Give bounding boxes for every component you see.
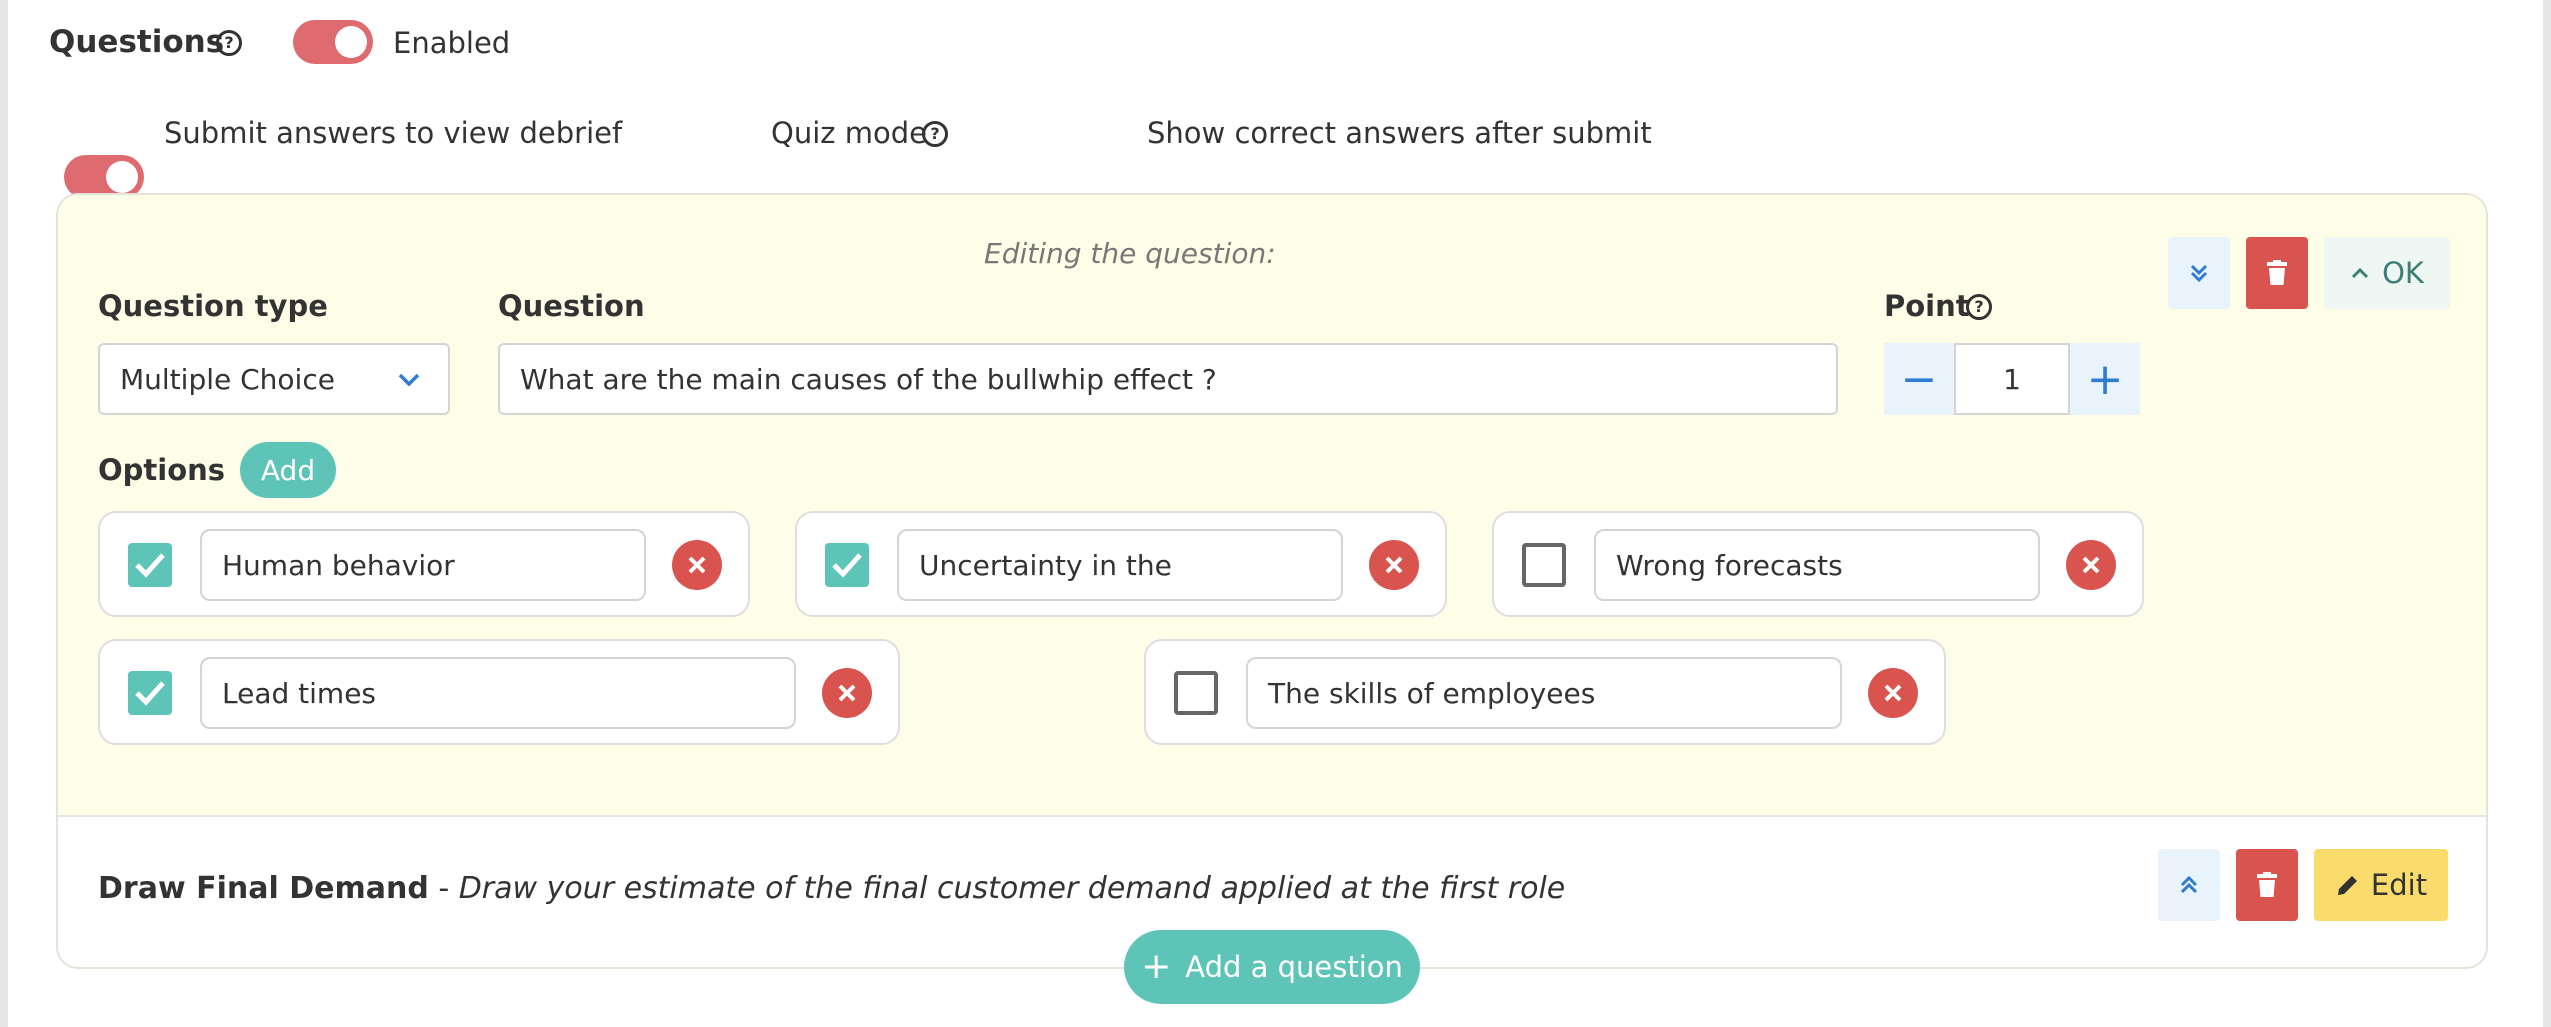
quiz-mode-label: Quiz mode [771, 116, 927, 150]
chevron-down-icon [398, 373, 420, 387]
chevron-double-down-icon [2190, 264, 2208, 283]
option-text-input[interactable]: The skills of employees [1246, 657, 1842, 729]
option-text: Human behavior [222, 548, 455, 582]
expand-button[interactable] [2158, 849, 2220, 921]
question-type-value: Multiple Choice [120, 362, 335, 396]
option-text-input[interactable]: Lead times [200, 657, 796, 729]
close-icon [1884, 684, 1902, 702]
check-icon [135, 681, 165, 706]
add-option-label: Add [260, 453, 316, 487]
option-checkbox[interactable] [825, 543, 869, 587]
delete-question-button[interactable] [2246, 237, 2308, 309]
section-title: Questions [49, 24, 225, 60]
close-icon [838, 684, 856, 702]
option-item: Wrong forecasts [1492, 511, 2144, 617]
remove-option-button[interactable] [1369, 540, 1419, 590]
point-input[interactable]: 1 [1954, 343, 2070, 415]
edit-button[interactable]: Edit [2314, 849, 2448, 921]
option-item: Lead times [98, 639, 900, 745]
point-value: 1 [2003, 362, 2021, 396]
help-icon[interactable]: ? [216, 30, 242, 56]
option-checkbox[interactable] [128, 671, 172, 715]
option-text-input[interactable]: Wrong forecasts [1594, 529, 2040, 601]
option-checkbox[interactable] [1174, 671, 1218, 715]
option-text: The skills of employees [1268, 676, 1596, 710]
close-icon [688, 556, 706, 574]
question-list-card: Editing the question: OK Question type Q… [56, 193, 2488, 969]
question-title: Draw Final Demand [98, 871, 429, 906]
add-question-label: Add a question [1185, 950, 1403, 984]
close-icon [2082, 556, 2100, 574]
option-item: Uncertainty in the [795, 511, 1447, 617]
edit-label: Edit [2370, 868, 2428, 902]
quiz-mode-help-icon[interactable]: ? [922, 121, 948, 147]
options-label: Options [98, 453, 226, 487]
option-text: Uncertainty in the [919, 548, 1172, 582]
question-input[interactable]: What are the main causes of the bullwhip… [498, 343, 1838, 415]
plus-icon: + [1141, 946, 1172, 987]
submit-answers-label: Submit answers to view debrief [164, 116, 623, 150]
option-text: Lead times [222, 676, 377, 710]
title-separator: - [428, 871, 459, 906]
check-icon [135, 553, 165, 578]
question-value: What are the main causes of the bullwhip… [520, 362, 1217, 396]
enabled-label: Enabled [393, 26, 511, 60]
left-border [0, 0, 8, 1027]
collapse-button[interactable] [2168, 237, 2230, 309]
chevron-double-up-icon [2180, 875, 2198, 894]
question-type-label: Question type [98, 289, 328, 323]
question-editor: Editing the question: OK Question type Q… [58, 195, 2486, 817]
point-help-icon[interactable]: ? [1966, 294, 1992, 320]
add-option-button[interactable]: Add [240, 442, 336, 498]
option-checkbox[interactable] [128, 543, 172, 587]
plus-icon: + [2086, 353, 2124, 405]
option-text-input[interactable]: Human behavior [200, 529, 646, 601]
trash-icon [2257, 872, 2277, 897]
option-item: The skills of employees [1144, 639, 1946, 745]
question-row-draw-final-demand: Draw Final Demand - Draw your estimate o… [98, 871, 1565, 906]
question-label: Question [498, 289, 645, 323]
check-icon [832, 553, 862, 578]
delete-question-button[interactable] [2236, 849, 2298, 921]
ok-button[interactable]: OK [2324, 237, 2450, 309]
remove-option-button[interactable] [1868, 668, 1918, 718]
point-decrement-button[interactable]: − [1884, 343, 1954, 415]
right-border [2543, 0, 2551, 1027]
remove-option-button[interactable] [2066, 540, 2116, 590]
point-label: Point [1884, 289, 1970, 323]
add-question-button[interactable]: + Add a question [1124, 930, 1420, 1004]
ok-label: OK [2382, 256, 2424, 290]
option-text: Wrong forecasts [1616, 548, 1843, 582]
remove-option-button[interactable] [822, 668, 872, 718]
show-correct-label: Show correct answers after submit [1147, 116, 1652, 150]
remove-option-button[interactable] [672, 540, 722, 590]
option-text-input[interactable]: Uncertainty in the [897, 529, 1343, 601]
minus-icon: − [1900, 353, 1938, 405]
option-checkbox[interactable] [1522, 543, 1566, 587]
pencil-icon [2337, 876, 2357, 895]
question-type-select[interactable]: Multiple Choice [98, 343, 450, 415]
option-item: Human behavior [98, 511, 750, 617]
close-icon [1385, 556, 1403, 574]
chevron-up-icon [2352, 267, 2369, 279]
point-increment-button[interactable]: + [2070, 343, 2140, 415]
question-description: Draw your estimate of the final customer… [458, 871, 1566, 906]
editing-caption: Editing the question: [984, 237, 1276, 270]
enabled-toggle[interactable] [293, 20, 373, 64]
trash-icon [2267, 260, 2287, 285]
